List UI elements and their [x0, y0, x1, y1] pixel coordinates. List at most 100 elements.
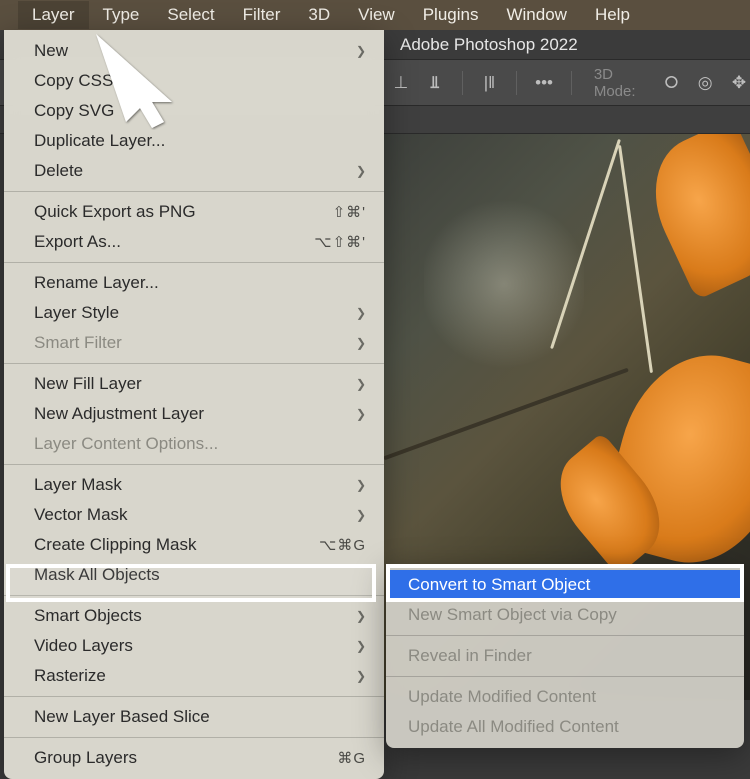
menu-label: Video Layers: [34, 636, 356, 656]
layer-menu-new-fill-layer[interactable]: New Fill Layer❯: [4, 369, 384, 399]
menu-shortcut: ⇧⌘': [333, 203, 366, 221]
layer-menu-group-layers[interactable]: Group Layers⌘G: [4, 743, 384, 773]
menubar-item-window[interactable]: Window: [492, 1, 580, 29]
smart-objects-convert-to-smart-object[interactable]: Convert to Smart Object: [386, 570, 744, 600]
menu-label: Smart Objects: [34, 606, 356, 626]
layer-menu-rasterize[interactable]: Rasterize❯: [4, 661, 384, 691]
layer-menu-delete[interactable]: Delete❯: [4, 156, 384, 186]
menubar-item-3d[interactable]: 3D: [294, 1, 344, 29]
menu-label: Copy CSS: [34, 71, 366, 91]
layer-menu-separator: [4, 191, 384, 192]
smart-objects-update-all-modified-content: Update All Modified Content: [386, 712, 744, 742]
menubar-item-help[interactable]: Help: [581, 1, 644, 29]
layer-menu-separator: [4, 363, 384, 364]
layer-menu-separator: [4, 464, 384, 465]
menu-label: Quick Export as PNG: [34, 202, 333, 222]
toolbar-divider: [516, 71, 517, 95]
menubar-item-filter[interactable]: Filter: [229, 1, 295, 29]
move-3d-icon[interactable]: ✥: [728, 73, 750, 93]
menu-label: Update Modified Content: [408, 687, 722, 707]
layer-menu-copy-svg[interactable]: Copy SVG: [4, 96, 384, 126]
layer-menu-new[interactable]: New❯: [4, 36, 384, 66]
layer-menu-duplicate-layer[interactable]: Duplicate Layer...: [4, 126, 384, 156]
chevron-right-icon: ❯: [356, 478, 366, 492]
layer-menu-separator: [4, 696, 384, 697]
menubar-item-view[interactable]: View: [344, 1, 409, 29]
menu-label: Mask All Objects: [34, 565, 366, 585]
menu-label: Delete: [34, 161, 356, 181]
layer-menu-dropdown: New❯Copy CSSCopy SVGDuplicate Layer...De…: [4, 30, 384, 779]
menu-shortcut: ⌘G: [337, 749, 366, 767]
layer-menu-create-clipping-mask[interactable]: Create Clipping Mask⌥⌘G: [4, 530, 384, 560]
layer-menu-separator: [4, 262, 384, 263]
menu-shortcut: ⌥⇧⌘': [314, 233, 366, 251]
layer-menu-new-layer-based-slice[interactable]: New Layer Based Slice: [4, 702, 384, 732]
menubar-item-select[interactable]: Select: [153, 1, 228, 29]
menu-label: Create Clipping Mask: [34, 535, 319, 555]
menu-shortcut: ⌥⌘G: [319, 536, 366, 554]
distribute-icon[interactable]: |‖: [479, 73, 501, 93]
menu-label: Rename Layer...: [34, 273, 366, 293]
layer-menu-quick-export-as-png[interactable]: Quick Export as PNG⇧⌘': [4, 197, 384, 227]
chevron-right-icon: ❯: [356, 639, 366, 653]
menu-label: New Smart Object via Copy: [408, 605, 722, 625]
smart-objects-reveal-in-finder: Reveal in Finder: [386, 641, 744, 671]
menubar-item-layer[interactable]: Layer: [18, 1, 89, 29]
chevron-right-icon: ❯: [356, 306, 366, 320]
more-options-icon[interactable]: •••: [533, 73, 555, 93]
smart-objects-separator: [386, 635, 744, 636]
menubar-item-plugins[interactable]: Plugins: [409, 1, 493, 29]
menu-label: Vector Mask: [34, 505, 356, 525]
layer-menu-smart-objects[interactable]: Smart Objects❯: [4, 601, 384, 631]
menu-label: Layer Style: [34, 303, 356, 323]
menu-label: Convert to Smart Object: [408, 575, 722, 595]
chevron-right-icon: ❯: [356, 669, 366, 683]
menu-label: Duplicate Layer...: [34, 131, 366, 151]
layer-menu-rename-layer[interactable]: Rename Layer...: [4, 268, 384, 298]
align-bottom-icon[interactable]: ⫫: [424, 73, 446, 93]
layer-menu-layer-style[interactable]: Layer Style❯: [4, 298, 384, 328]
menu-label: Rasterize: [34, 666, 356, 686]
menu-label: Group Layers: [34, 748, 337, 768]
menubar-item-type[interactable]: Type: [89, 1, 154, 29]
orbit-icon[interactable]: ⭘: [660, 73, 682, 93]
layer-menu-video-layers[interactable]: Video Layers❯: [4, 631, 384, 661]
mode-label: 3D Mode:: [594, 66, 649, 100]
smart-objects-update-modified-content: Update Modified Content: [386, 682, 744, 712]
chevron-right-icon: ❯: [356, 508, 366, 522]
layer-menu-smart-filter: Smart Filter❯: [4, 328, 384, 358]
layer-menu-vector-mask[interactable]: Vector Mask❯: [4, 500, 384, 530]
app-title: Adobe Photoshop 2022: [400, 35, 578, 55]
menu-label: New: [34, 41, 356, 61]
layer-menu-layer-content-options: Layer Content Options...: [4, 429, 384, 459]
smart-objects-separator: [386, 676, 744, 677]
smart-objects-new-smart-object-via-copy: New Smart Object via Copy: [386, 600, 744, 630]
menu-label: New Adjustment Layer: [34, 404, 356, 424]
menu-label: Layer Content Options...: [34, 434, 366, 454]
menu-label: New Fill Layer: [34, 374, 356, 394]
layer-menu-layer-mask[interactable]: Layer Mask❯: [4, 470, 384, 500]
chevron-right-icon: ❯: [356, 44, 366, 58]
chevron-right-icon: ❯: [356, 407, 366, 421]
rotate-icon[interactable]: ◎: [694, 73, 716, 93]
layer-menu-new-adjustment-layer[interactable]: New Adjustment Layer❯: [4, 399, 384, 429]
layer-menu-export-as[interactable]: Export As...⌥⇧⌘': [4, 227, 384, 257]
layer-menu-copy-css[interactable]: Copy CSS: [4, 66, 384, 96]
align-top-icon[interactable]: ⊥: [390, 73, 412, 93]
menu-label: Reveal in Finder: [408, 646, 722, 666]
menu-label: Export As...: [34, 232, 314, 252]
menu-label: Copy SVG: [34, 101, 366, 121]
layer-menu-mask-all-objects[interactable]: Mask All Objects: [4, 560, 384, 590]
menu-label: New Layer Based Slice: [34, 707, 366, 727]
chevron-right-icon: ❯: [356, 164, 366, 178]
menu-label: Smart Filter: [34, 333, 356, 353]
menu-label: Update All Modified Content: [408, 717, 722, 737]
toolbar-divider: [571, 71, 572, 95]
toolbar-divider: [462, 71, 463, 95]
layer-menu-separator: [4, 595, 384, 596]
chevron-right-icon: ❯: [356, 377, 366, 391]
layer-menu-separator: [4, 737, 384, 738]
chevron-right-icon: ❯: [356, 609, 366, 623]
menubar: LayerTypeSelectFilter3DViewPluginsWindow…: [0, 0, 750, 30]
chevron-right-icon: ❯: [356, 336, 366, 350]
